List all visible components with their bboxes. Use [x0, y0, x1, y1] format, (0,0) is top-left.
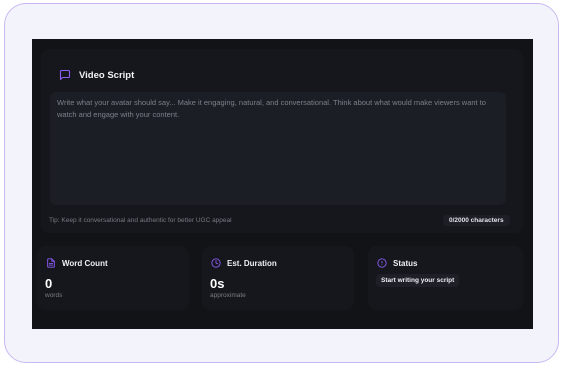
character-count-badge: 0/2000 characters: [443, 215, 510, 226]
word-count-header: Word Count: [45, 257, 108, 269]
message-square-icon: [59, 69, 71, 81]
video-script-title: Video Script: [79, 69, 135, 81]
duration-title: Est. Duration: [227, 258, 277, 268]
script-textarea[interactable]: [50, 92, 506, 205]
status-card: Status Start writing your script: [368, 246, 523, 310]
status-badge: Start writing your script: [376, 274, 460, 287]
word-count-title: Word Count: [62, 258, 108, 268]
status-header: Status: [376, 257, 417, 269]
clock-icon: [210, 257, 222, 269]
video-script-header: Video Script: [59, 69, 134, 81]
word-count-value: 0: [45, 276, 53, 291]
duration-unit: approximate: [210, 292, 246, 299]
script-editor-panel: Video Script Tip: Keep it conversational…: [32, 39, 533, 329]
duration-card: Est. Duration 0s approximate: [202, 246, 354, 310]
script-tip: Tip: Keep it conversational and authenti…: [49, 217, 232, 224]
duration-header: Est. Duration: [210, 257, 277, 269]
file-text-icon: [45, 257, 57, 269]
duration-value: 0s: [210, 276, 225, 291]
video-script-card: Video Script Tip: Keep it conversational…: [41, 49, 523, 233]
word-count-card: Word Count 0 words: [37, 246, 189, 310]
status-title: Status: [393, 258, 418, 268]
word-count-unit: words: [45, 292, 63, 299]
info-icon: [376, 257, 388, 269]
